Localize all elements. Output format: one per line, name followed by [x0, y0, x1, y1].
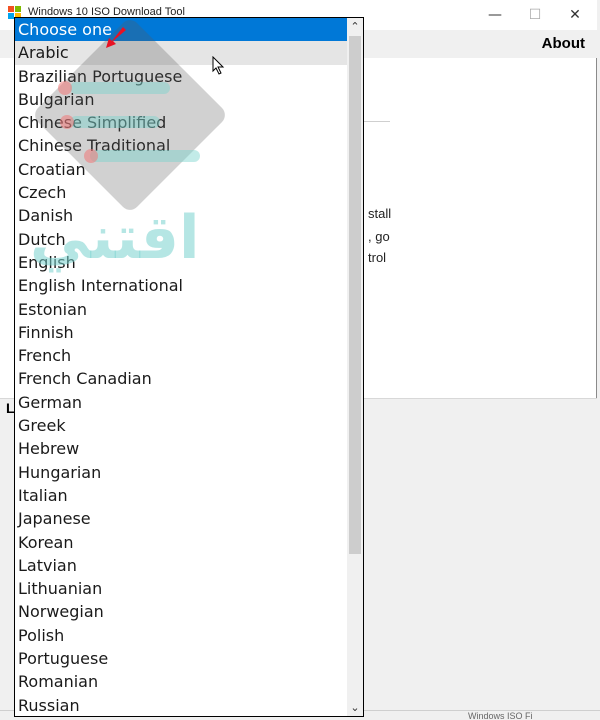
- dropdown-option[interactable]: Greek: [15, 414, 348, 437]
- dropdown-option[interactable]: French Canadian: [15, 367, 348, 390]
- scrollbar[interactable]: ⌃ ⌄: [347, 18, 363, 716]
- bottom-status-text: Windows ISO Fi: [468, 711, 533, 719]
- watermark-bar: [70, 116, 160, 128]
- dropdown-option[interactable]: Lithuanian: [15, 577, 348, 600]
- body-text-line-2: , go: [368, 229, 390, 244]
- dropdown-option[interactable]: Polish: [15, 624, 348, 647]
- dropdown-option[interactable]: Latvian: [15, 554, 348, 577]
- dropdown-option[interactable]: Finnish: [15, 321, 348, 344]
- dropdown-option[interactable]: Portuguese: [15, 647, 348, 670]
- scroll-thumb[interactable]: [349, 36, 361, 554]
- dropdown-option[interactable]: Japanese: [15, 507, 348, 530]
- dropdown-option[interactable]: English International: [15, 274, 348, 297]
- maximize-button[interactable]: ☐: [515, 0, 555, 30]
- dropdown-option[interactable]: French: [15, 344, 348, 367]
- close-button[interactable]: ✕: [555, 0, 595, 30]
- body-text-line-3: trol: [368, 250, 387, 265]
- dropdown-option[interactable]: Arabic: [15, 41, 348, 65]
- divider: [360, 121, 390, 122]
- scroll-down-icon[interactable]: ⌄: [347, 699, 363, 716]
- dropdown-option[interactable]: German: [15, 391, 348, 414]
- mouse-cursor-icon: [212, 56, 225, 75]
- dropdown-option[interactable]: Hungarian: [15, 461, 348, 484]
- watermark-bar: [70, 82, 170, 94]
- minimize-button[interactable]: —: [475, 0, 515, 30]
- dropdown-option[interactable]: Korean: [15, 531, 348, 554]
- watermark-text: اقتني: [30, 203, 200, 273]
- dropdown-option[interactable]: Estonian: [15, 298, 348, 321]
- watermark-bar: [90, 150, 200, 162]
- dropdown-option[interactable]: Norwegian: [15, 600, 348, 623]
- dropdown-option[interactable]: Italian: [15, 484, 348, 507]
- watermark-dot: [58, 81, 72, 95]
- watermark-dot: [84, 149, 98, 163]
- watermark-dot: [60, 115, 74, 129]
- red-arrow-icon: [106, 27, 126, 48]
- dropdown-option[interactable]: Hebrew: [15, 437, 348, 460]
- about-menu-item[interactable]: About: [542, 35, 585, 52]
- dropdown-option[interactable]: Romanian: [15, 670, 348, 693]
- dropdown-option[interactable]: Russian: [15, 694, 348, 716]
- body-text-line-1: stall: [368, 206, 392, 221]
- dropdown-option[interactable]: Czech: [15, 181, 348, 204]
- scroll-up-icon[interactable]: ⌃: [347, 18, 363, 35]
- dropdown-placeholder-option[interactable]: Choose one: [15, 18, 348, 42]
